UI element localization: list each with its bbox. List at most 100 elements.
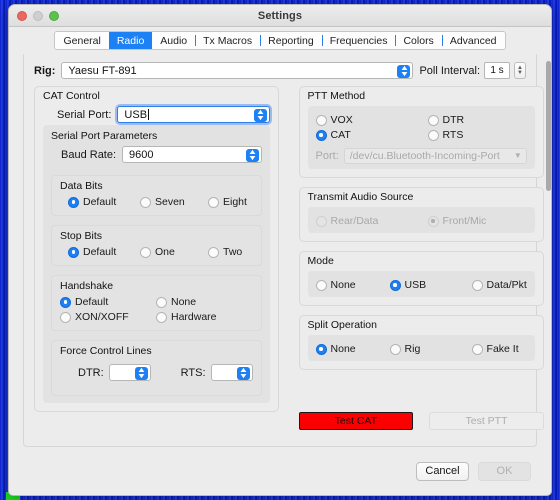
ptt-method-row2: CAT RTS bbox=[315, 129, 527, 141]
radio-label: Data/Pkt bbox=[486, 279, 527, 291]
serial-port-parameters-title: Serial Port Parameters bbox=[51, 130, 158, 142]
split-operation-group: Split Operation None Rig Fake It bbox=[298, 315, 544, 370]
tab-colors[interactable]: Colors bbox=[395, 32, 442, 49]
radio-dot-icon bbox=[315, 215, 327, 227]
radio-split-none[interactable]: None bbox=[315, 343, 390, 355]
radio-two-column-body: CAT Control Serial Port: USB ▲ ▼ Serial P… bbox=[34, 86, 544, 430]
ptt-port-label: Port: bbox=[315, 150, 339, 162]
stop-bits-options: Default One Two bbox=[68, 246, 253, 258]
mode-options: None USB Data/Pkt bbox=[315, 279, 527, 291]
radio-dot-icon bbox=[315, 114, 327, 126]
radio-mode-data-pkt[interactable]: Data/Pkt bbox=[471, 279, 527, 291]
baud-rate-stepper-icon[interactable]: ▲ ▼ bbox=[245, 149, 259, 162]
radio-dot-icon bbox=[68, 196, 79, 208]
split-operation-options: None Rig Fake It bbox=[315, 343, 527, 355]
window-controls[interactable] bbox=[17, 11, 59, 21]
radio-dot-icon bbox=[389, 343, 401, 355]
radio-label: Hardware bbox=[171, 311, 217, 323]
test-cat-button[interactable]: Test CAT bbox=[298, 412, 414, 430]
ptt-port-select[interactable]: /dev/cu.Bluetooth-Incoming-Port ▼ bbox=[343, 148, 527, 164]
settings-window: Settings General Radio Audio Tx Macros R… bbox=[8, 4, 552, 496]
tab-bar: General Radio Audio Tx Macros Reporting … bbox=[9, 27, 551, 54]
radio-stop-bits-two[interactable]: Two bbox=[208, 246, 242, 258]
minimize-button-icon[interactable] bbox=[33, 11, 43, 21]
tab-reporting[interactable]: Reporting bbox=[260, 32, 322, 49]
radio-ptt-dtr[interactable]: DTR bbox=[427, 114, 464, 126]
rig-value: Yaesu FT-891 bbox=[68, 64, 137, 77]
window-scrollbar[interactable] bbox=[546, 61, 551, 191]
tab-audio[interactable]: Audio bbox=[152, 32, 196, 49]
radio-label: Rig bbox=[404, 343, 421, 355]
radio-dot-icon bbox=[156, 311, 167, 323]
radio-dot-icon bbox=[471, 343, 483, 355]
ptt-port-row: Port: /dev/cu.Bluetooth-Incoming-Port ▼ bbox=[316, 148, 527, 164]
radio-audio-rear-data: Rear/Data bbox=[315, 215, 428, 227]
cat-control-column: CAT Control Serial Port: USB ▲ ▼ Serial P… bbox=[34, 86, 279, 422]
radio-data-bits-default[interactable]: Default bbox=[68, 196, 140, 208]
radio-data-bits-eight[interactable]: Eight bbox=[208, 196, 247, 208]
radio-split-fake-it[interactable]: Fake It bbox=[471, 343, 519, 355]
tab-radio[interactable]: Radio bbox=[108, 32, 153, 49]
radio-label: Two bbox=[223, 246, 243, 258]
tab-tx-macros[interactable]: Tx Macros bbox=[195, 32, 261, 49]
radio-label: Seven bbox=[155, 196, 185, 208]
radio-dot-icon bbox=[68, 246, 79, 258]
radio-label: None bbox=[171, 296, 197, 308]
radio-stop-bits-default[interactable]: Default bbox=[68, 246, 140, 258]
rts-stepper-icon[interactable]: ▲ ▼ bbox=[236, 367, 250, 380]
radio-handshake-default[interactable]: Default bbox=[60, 296, 156, 308]
radio-dot-icon bbox=[60, 311, 71, 323]
rts-label: RTS: bbox=[180, 366, 206, 379]
radio-split-rig[interactable]: Rig bbox=[389, 343, 472, 355]
tab-advanced[interactable]: Advanced bbox=[441, 32, 505, 49]
rts-select[interactable]: ▲ ▼ bbox=[210, 364, 253, 381]
serial-port-stepper-icon[interactable]: ▲ ▼ bbox=[253, 109, 267, 122]
poll-interval-input[interactable]: 1 s bbox=[484, 62, 510, 79]
ptt-method-group: PTT Method VOX DTR CAT RTS Port: /dev/cu… bbox=[298, 86, 544, 178]
data-bits-group: Data Bits Default Seven Eight bbox=[51, 175, 262, 216]
chevron-down-icon: ▼ bbox=[513, 151, 522, 160]
tab-frequencies[interactable]: Frequencies bbox=[321, 32, 396, 49]
zoom-button-icon[interactable] bbox=[49, 11, 59, 21]
radio-ptt-vox[interactable]: VOX bbox=[315, 114, 428, 126]
radio-dot-icon bbox=[60, 296, 71, 308]
radio-dot-icon bbox=[315, 129, 327, 141]
stop-bits-group: Stop Bits Default One Two bbox=[51, 225, 262, 266]
radio-label: XON/XOFF bbox=[75, 311, 129, 323]
handshake-title: Handshake bbox=[60, 280, 114, 292]
baud-rate-label: Baud Rate: bbox=[61, 148, 117, 161]
poll-interval-stepper-icon[interactable]: ▲ ▼ bbox=[514, 62, 526, 79]
radio-stop-bits-one[interactable]: One bbox=[140, 246, 208, 258]
radio-ptt-rts[interactable]: RTS bbox=[427, 129, 464, 141]
cancel-button[interactable]: Cancel bbox=[416, 461, 469, 481]
test-buttons-row: Test CAT Test PTT bbox=[298, 412, 544, 430]
baud-rate-select[interactable]: 9600 ▲ ▼ bbox=[122, 146, 262, 163]
transmit-audio-source-group: Transmit Audio Source Rear/Data Front/Mi… bbox=[298, 187, 544, 242]
ptt-port-value: /dev/cu.Bluetooth-Incoming-Port bbox=[349, 150, 500, 162]
tab-general[interactable]: General bbox=[55, 32, 109, 49]
rig-select[interactable]: Yaesu FT-891 ▲ ▼ bbox=[61, 62, 414, 79]
radio-label: Fake It bbox=[486, 343, 519, 355]
dtr-stepper-icon[interactable]: ▲ ▼ bbox=[134, 367, 148, 380]
radio-mode-usb[interactable]: USB bbox=[389, 279, 472, 291]
radio-handshake-none[interactable]: None bbox=[156, 296, 196, 308]
radio-mode-none[interactable]: None bbox=[315, 279, 390, 291]
radio-ptt-cat[interactable]: CAT bbox=[315, 129, 428, 141]
radio-dot-icon bbox=[427, 129, 439, 141]
radio-handshake-xon-xoff[interactable]: XON/XOFF bbox=[60, 311, 156, 323]
settings-content: Rig: Yaesu FT-891 ▲ ▼ Poll Interval: 1 s … bbox=[9, 54, 551, 495]
cat-control-title: CAT Control bbox=[43, 90, 100, 102]
radio-dot-icon bbox=[208, 196, 219, 208]
close-button-icon[interactable] bbox=[17, 11, 27, 21]
rig-row: Rig: Yaesu FT-891 ▲ ▼ Poll Interval: 1 s … bbox=[34, 62, 526, 79]
radio-handshake-hardware[interactable]: Hardware bbox=[156, 311, 217, 323]
rig-stepper-icon[interactable]: ▲ ▼ bbox=[397, 65, 411, 78]
radio-data-bits-seven[interactable]: Seven bbox=[140, 196, 208, 208]
radio-label: VOX bbox=[330, 114, 353, 126]
mode-title: Mode bbox=[307, 255, 334, 267]
poll-interval-group: Poll Interval: 1 s ▲ ▼ bbox=[419, 62, 526, 79]
radio-label: RTS bbox=[442, 129, 464, 141]
dtr-select[interactable]: ▲ ▼ bbox=[108, 364, 151, 381]
data-bits-options: Default Seven Eight bbox=[68, 196, 253, 208]
serial-port-input[interactable]: USB ▲ ▼ bbox=[117, 106, 270, 123]
